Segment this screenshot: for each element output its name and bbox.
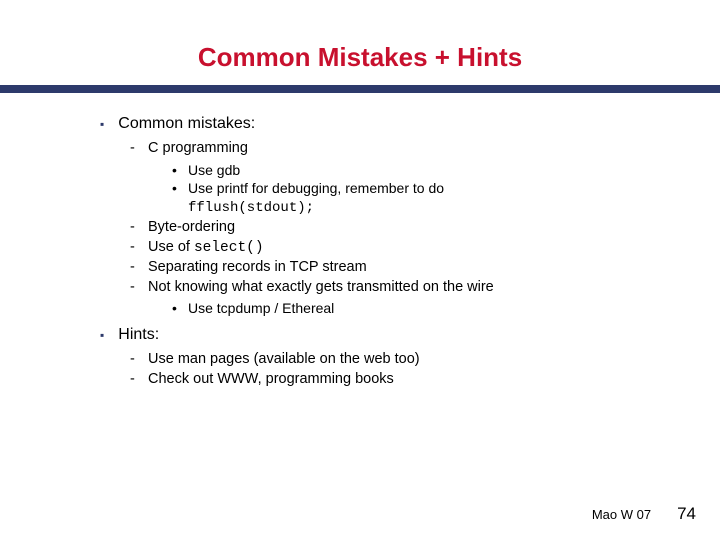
list-item: Use gdb bbox=[172, 161, 660, 180]
footer: Mao W 07 74 bbox=[592, 504, 696, 524]
item-text: Not knowing what exactly gets transmitte… bbox=[148, 279, 494, 295]
footer-author: Mao W 07 bbox=[592, 507, 651, 522]
list-item: Use printf for debugging, remember to do… bbox=[172, 179, 660, 218]
code-text: select() bbox=[194, 240, 264, 256]
code-text: fflush(stdout); bbox=[188, 199, 660, 218]
item-text: Use of bbox=[148, 239, 194, 255]
section-head: ▪ Common mistakes: bbox=[100, 115, 660, 133]
section-common-mistakes: ▪ Common mistakes: C programming Use gdb… bbox=[100, 115, 660, 318]
list-item: Separating records in TCP stream bbox=[130, 258, 660, 278]
item-text: Separating records in TCP stream bbox=[148, 259, 367, 275]
page-number: 74 bbox=[677, 504, 696, 524]
item-text: Byte-ordering bbox=[148, 219, 235, 235]
dash-list: Use man pages (available on the web too)… bbox=[100, 350, 660, 389]
slide-title: Common Mistakes + Hints bbox=[0, 0, 720, 85]
list-item: Check out WWW, programming books bbox=[130, 370, 660, 390]
section-head: ▪ Hints: bbox=[100, 326, 660, 344]
dot-list: Use gdb Use printf for debugging, rememb… bbox=[148, 161, 660, 219]
section-title: Common mistakes: bbox=[118, 115, 255, 133]
dot-list: Use tcpdump / Ethereal bbox=[148, 299, 660, 318]
item-text: Use gdb bbox=[188, 162, 240, 178]
section-hints: ▪ Hints: Use man pages (available on the… bbox=[100, 326, 660, 389]
item-text: Use printf for debugging, remember to do bbox=[188, 180, 444, 196]
list-item: Use of select() bbox=[130, 238, 660, 259]
dash-list: C programming Use gdb Use printf for deb… bbox=[100, 139, 660, 318]
section-title: Hints: bbox=[118, 326, 159, 344]
item-text: Check out WWW, programming books bbox=[148, 371, 394, 387]
square-bullet-icon: ▪ bbox=[100, 117, 104, 131]
slide: Common Mistakes + Hints ▪ Common mistake… bbox=[0, 0, 720, 540]
list-item: C programming Use gdb Use printf for deb… bbox=[130, 139, 660, 218]
item-text: Use tcpdump / Ethereal bbox=[188, 300, 334, 316]
item-text: C programming bbox=[148, 140, 248, 156]
list-item: Byte-ordering bbox=[130, 218, 660, 238]
list-item: Use man pages (available on the web too) bbox=[130, 350, 660, 370]
item-text: Use man pages (available on the web too) bbox=[148, 351, 420, 367]
list-item: Not knowing what exactly gets transmitte… bbox=[130, 278, 660, 318]
horizontal-rule bbox=[0, 85, 720, 93]
list-item: Use tcpdump / Ethereal bbox=[172, 299, 660, 318]
content: ▪ Common mistakes: C programming Use gdb… bbox=[0, 115, 720, 390]
square-bullet-icon: ▪ bbox=[100, 328, 104, 342]
